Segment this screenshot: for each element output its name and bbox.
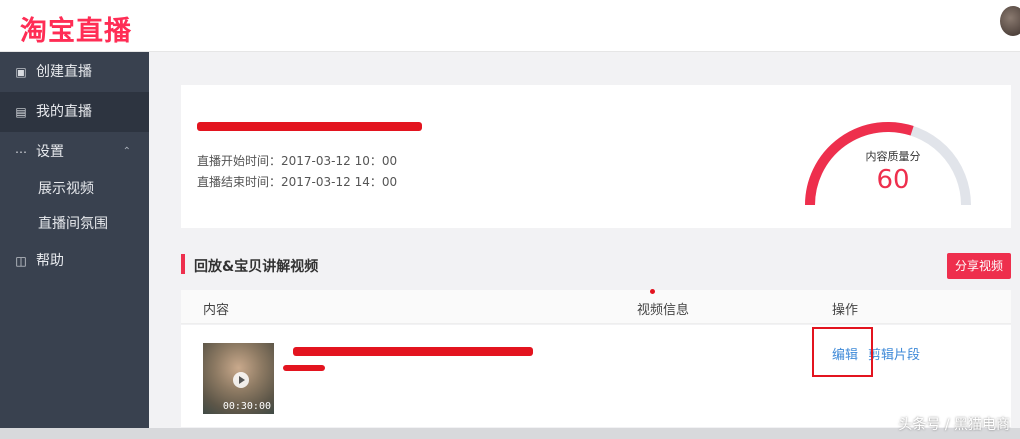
table-row	[181, 325, 1011, 427]
redacted-live-title	[197, 122, 422, 131]
list-icon: ▤	[15, 105, 27, 119]
quality-score-value: 60	[876, 165, 910, 195]
clip-segment-link[interactable]: 剪辑片段	[868, 344, 920, 363]
video-duration: 00:30:00	[222, 401, 271, 412]
end-time-label: 直播结束时间：	[197, 175, 282, 189]
end-time-value: 2017-03-12 14：00	[281, 175, 398, 189]
redacted-video-title	[293, 347, 533, 356]
sidebar-item-room-atmosphere[interactable]: 直播间氛围	[0, 207, 149, 241]
section-title: 回放&宝贝讲解视频	[194, 259, 319, 275]
column-header-content: 内容	[203, 303, 230, 318]
user-avatar[interactable]	[1000, 6, 1020, 36]
sidebar-item-showcase-video[interactable]: 展示视频	[0, 172, 149, 206]
dots-icon: ⋯	[15, 145, 27, 159]
watermark: 头条号 / 黑猫电商	[898, 417, 1010, 433]
share-video-button[interactable]: 分享视频	[947, 253, 1011, 279]
sidebar-item-my-live[interactable]: ▤ 我的直播	[0, 92, 149, 132]
sidebar-item-label: 创建直播	[36, 64, 92, 80]
live-start-time: 直播开始时间：2017-03-12 10：00	[197, 152, 397, 169]
sidebar-item-label: 我的直播	[36, 104, 92, 120]
taobao-live-logo[interactable]: 淘宝直播	[20, 9, 132, 48]
sidebar-item-label: 设置	[36, 144, 64, 160]
redacted-video-subtitle	[283, 365, 325, 371]
table-header: 内容 视频信息 操作	[181, 290, 1011, 324]
sidebar-item-settings[interactable]: ⋯ 设置 ⌃	[0, 132, 149, 172]
chevron-up-icon: ⌃	[122, 146, 131, 157]
sidebar: ▣ 创建直播 ▤ 我的直播 ⋯ 设置 ⌃ 展示视频 直播间氛围 ◫ 帮助	[0, 52, 149, 439]
column-header-video-info: 视频信息	[637, 303, 690, 318]
book-icon: ◫	[15, 254, 27, 268]
sidebar-item-help[interactable]: ◫ 帮助	[0, 241, 149, 281]
sidebar-item-label: 帮助	[36, 253, 64, 269]
live-info-card: 直播开始时间：2017-03-12 10：00 直播结束时间：2017-03-1…	[181, 85, 1011, 228]
top-bar: 淘宝直播	[0, 0, 1020, 52]
section-accent-bar	[181, 254, 185, 274]
play-icon[interactable]	[233, 372, 249, 388]
live-end-time: 直播结束时间：2017-03-12 14：00	[197, 173, 397, 190]
start-time-value: 2017-03-12 10：00	[281, 154, 398, 168]
quality-score-label: 内容质量分	[865, 150, 921, 163]
edit-highlight-box	[812, 327, 873, 377]
column-header-actions: 操作	[832, 303, 859, 318]
red-marker-dot	[650, 289, 655, 294]
start-time-label: 直播开始时间：	[197, 154, 282, 168]
video-icon: ▣	[15, 65, 27, 79]
sidebar-item-create-live[interactable]: ▣ 创建直播	[0, 52, 149, 92]
video-thumbnail[interactable]: 00:30:00	[203, 343, 274, 414]
footer-strip	[0, 428, 1020, 439]
